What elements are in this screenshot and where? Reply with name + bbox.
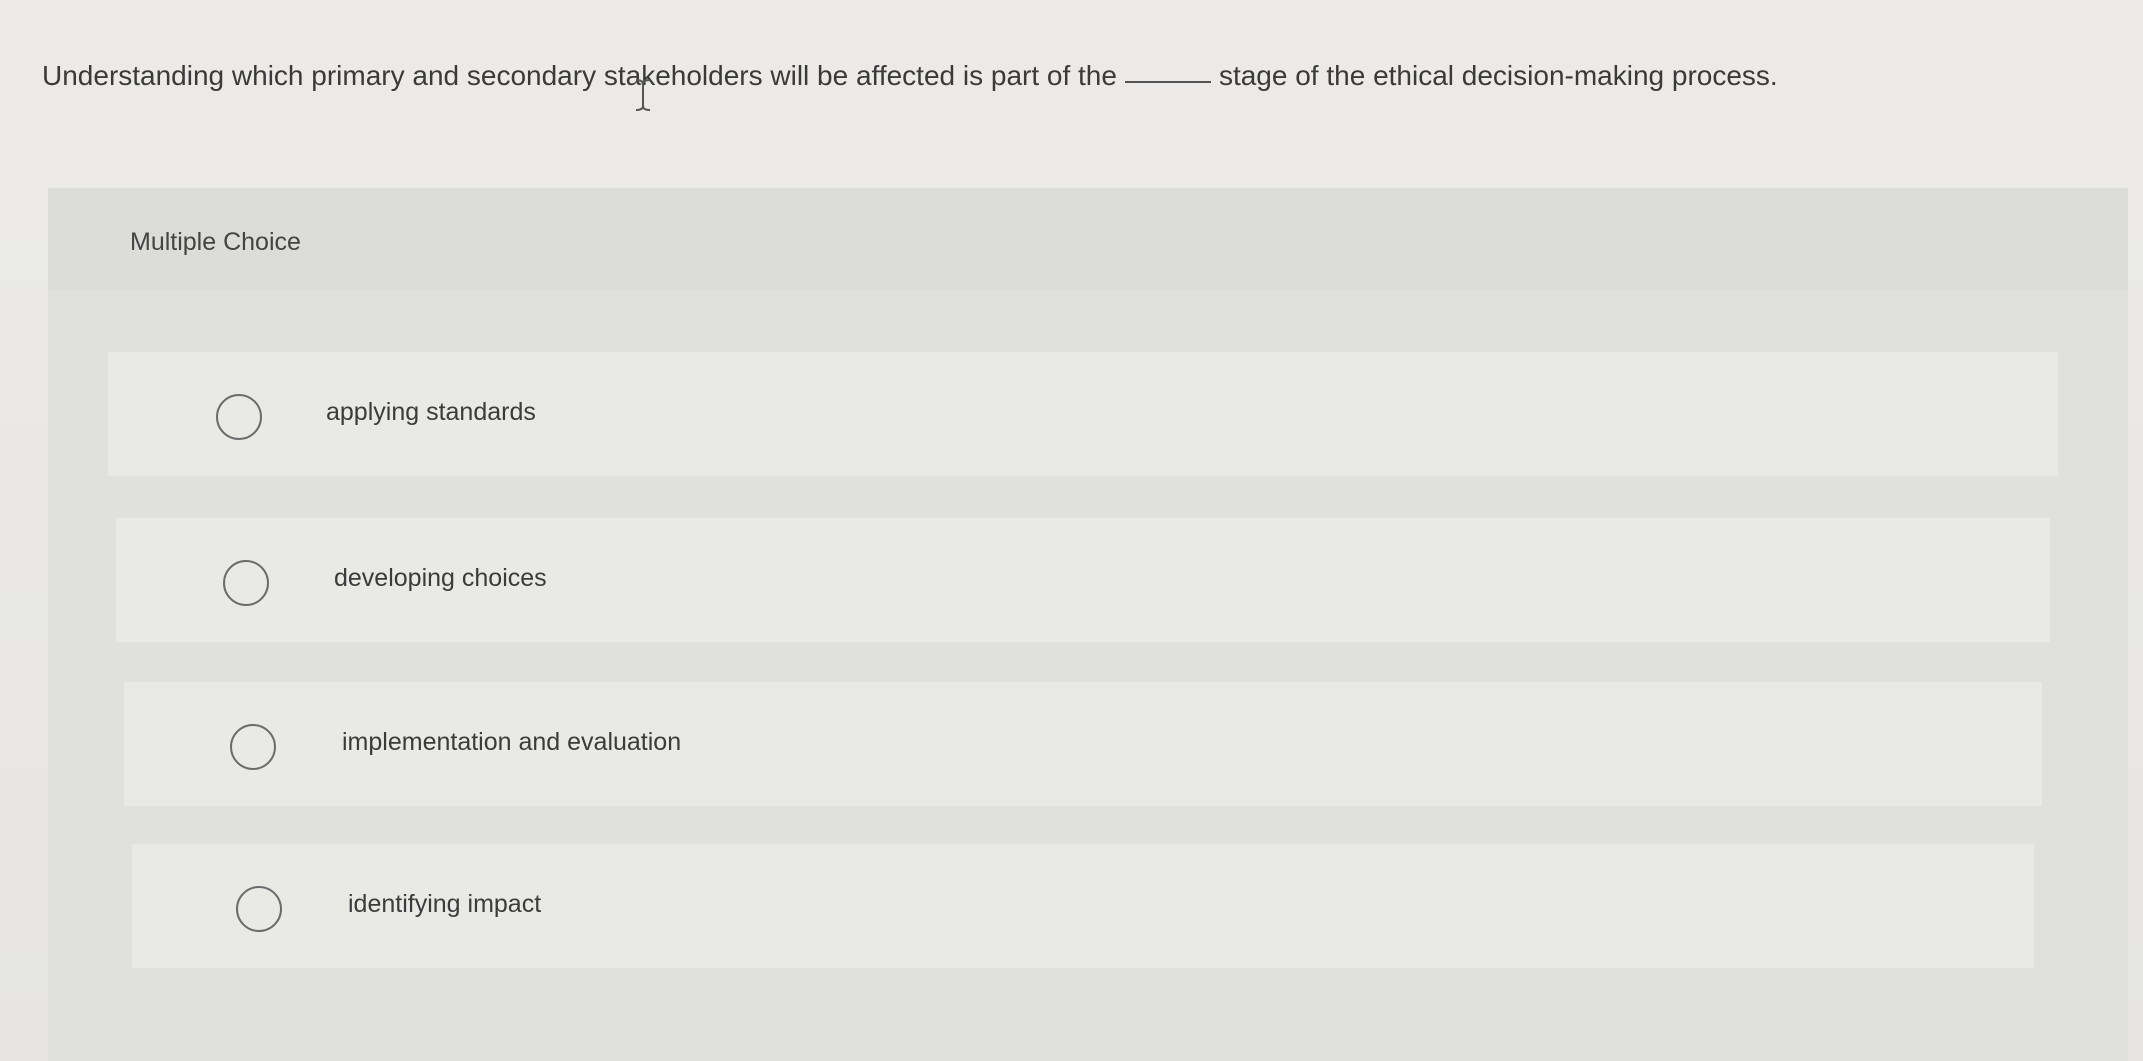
option-label: applying standards (326, 398, 536, 426)
option-developing-choices[interactable]: developing choices (116, 518, 2050, 642)
question-text-after: stage of the ethical decision-making pro… (1218, 60, 1778, 91)
text-cursor-icon (635, 79, 651, 111)
option-label: implementation and evaluation (342, 728, 682, 756)
option-applying-standards[interactable]: applying standards (108, 352, 2058, 476)
option-identifying-impact[interactable]: identifying impact (132, 844, 2034, 968)
multiple-choice-panel: Multiple Choice applying standards devel… (48, 188, 2128, 1061)
option-implementation-and-evaluation[interactable]: implementation and evaluation (124, 682, 2042, 806)
radio-button[interactable] (216, 394, 262, 440)
question-text-before: Understanding which primary and secondar… (42, 60, 1117, 91)
radio-button[interactable] (223, 560, 269, 606)
panel-header: Multiple Choice (48, 188, 2128, 290)
radio-button[interactable] (230, 724, 276, 770)
option-label: developing choices (334, 564, 547, 592)
option-label: identifying impact (348, 890, 542, 918)
question-prompt: Understanding which primary and secondar… (42, 56, 1778, 96)
radio-button[interactable] (236, 886, 282, 932)
answer-blank (1124, 81, 1211, 83)
question-type-label: Multiple Choice (130, 228, 301, 256)
